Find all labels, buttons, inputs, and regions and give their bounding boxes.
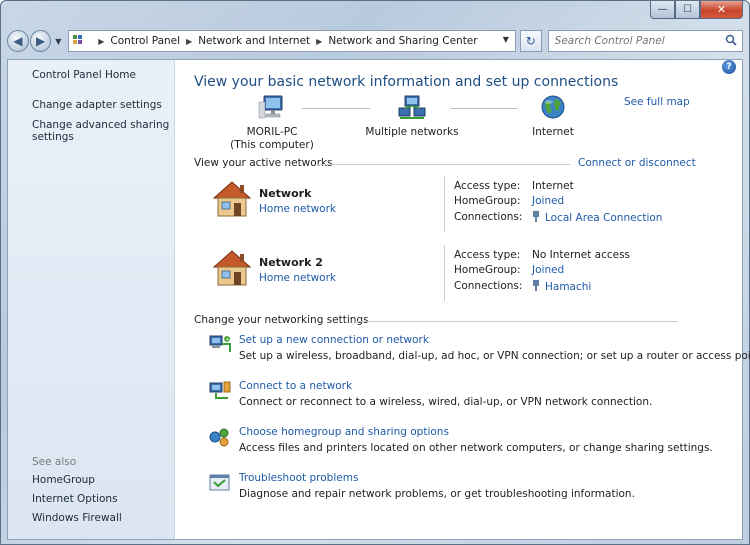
connections-label: Connections: (454, 280, 523, 292)
search-icon[interactable] (725, 34, 737, 46)
window: — ☐ ✕ ◀ ▶ ▼ ▶ Control Panel ▶ Network an… (0, 0, 750, 545)
new-connection-link[interactable]: Set up a new connection or network (239, 334, 429, 346)
chevron-right-icon[interactable]: ▶ (98, 37, 104, 46)
active-network-1: Network Home network Access type: Intern… (208, 176, 684, 236)
homegroup-label: HomeGroup: (454, 195, 521, 207)
connection-name[interactable]: Hamachi (545, 281, 591, 293)
breadcrumb-control-panel[interactable]: Control Panel (110, 35, 180, 47)
troubleshoot-description: Diagnose and repair network problems, or… (239, 488, 635, 500)
sidebar-item-change-advanced-sharing-settings[interactable]: Change advanced sharing settings (32, 119, 170, 143)
homegroup-icon (209, 428, 229, 447)
troubleshoot-icon (209, 474, 230, 491)
troubleshoot-link[interactable]: Troubleshoot problems (239, 472, 358, 484)
access-type-value: No Internet access (532, 249, 631, 261)
help-icon[interactable]: ? (722, 60, 736, 74)
sidebar-item-control-panel-home[interactable]: Control Panel Home (32, 69, 170, 81)
sidebar: Control Panel Home Change adapter settin… (8, 60, 175, 539)
network-type-link[interactable]: Home network (259, 272, 336, 284)
active-network-2: Network 2 Home network Access type: No I… (208, 245, 684, 305)
home-network-icon (212, 250, 252, 286)
networks-icon (398, 95, 426, 119)
chevron-right-icon[interactable]: ▶ (316, 37, 322, 46)
sidebar-item-homegroup[interactable]: HomeGroup (32, 474, 170, 486)
access-type-label: Access type: (454, 249, 521, 261)
ethernet-icon (533, 211, 539, 222)
homegroup-link[interactable]: Joined (532, 195, 564, 207)
connection-link[interactable]: Local Area Connection (532, 211, 662, 224)
connect-network-icon (209, 381, 231, 399)
globe-icon (541, 95, 565, 119)
sidebar-item-change-adapter-settings[interactable]: Change adapter settings (32, 99, 170, 111)
refresh-button[interactable]: ↻ (519, 30, 542, 52)
chevron-down-icon[interactable]: ▼ (503, 35, 509, 44)
see-full-map-link[interactable]: See full map (624, 96, 690, 108)
divider (318, 164, 570, 165)
connect-to-network-description: Connect or reconnect to a wireless, wire… (239, 396, 653, 408)
ethernet-icon (533, 280, 539, 291)
computer-name: MORIL-PC (246, 126, 298, 138)
home-network-icon (212, 181, 252, 217)
map-connector (302, 108, 370, 109)
computer-icon (258, 95, 283, 119)
back-button[interactable]: ◀ (7, 30, 29, 52)
see-also-heading: See also (32, 456, 77, 468)
forward-button[interactable]: ▶ (29, 30, 52, 52)
internet-label: Internet (532, 126, 574, 138)
connect-or-disconnect-link[interactable]: Connect or disconnect (578, 157, 696, 169)
network-type-link[interactable]: Home network (259, 203, 336, 215)
map-node-networks[interactable]: Multiple networks (362, 94, 462, 139)
new-connection-description: Set up a wireless, broadband, dial-up, a… (239, 350, 750, 362)
search-input[interactable] (554, 35, 725, 47)
map-node-internet[interactable]: Internet (518, 94, 588, 139)
sidebar-item-internet-options[interactable]: Internet Options (32, 493, 170, 505)
active-networks-heading: View your active networks (194, 157, 333, 169)
sidebar-item-windows-firewall[interactable]: Windows Firewall (32, 512, 170, 524)
close-button[interactable]: ✕ (700, 1, 743, 19)
divider (354, 321, 678, 322)
maximize-button[interactable]: ☐ (675, 1, 700, 19)
homegroup-sharing-link[interactable]: Choose homegroup and sharing options (239, 426, 449, 438)
caption-buttons: — ☐ ✕ (650, 1, 743, 19)
breadcrumb-network-and-internet[interactable]: Network and Internet (198, 35, 310, 47)
minimize-button[interactable]: — (650, 1, 675, 19)
chevron-right-icon[interactable]: ▶ (186, 37, 192, 46)
access-type-label: Access type: (454, 180, 521, 192)
svg-text:+: + (225, 337, 229, 343)
homegroup-label: HomeGroup: (454, 264, 521, 276)
homegroup-sharing-description: Access files and printers located on oth… (239, 442, 713, 454)
search-box[interactable] (547, 30, 743, 52)
divider (444, 176, 445, 232)
change-settings-heading: Change your networking settings (194, 314, 369, 326)
address-bar[interactable]: ▶ Control Panel ▶ Network and Internet ▶… (68, 30, 516, 52)
navigation-bar: ◀ ▶ ▼ ▶ Control Panel ▶ Network and Inte… (7, 29, 743, 53)
page-title: View your basic network information and … (194, 74, 619, 90)
new-connection-icon: + (209, 335, 231, 352)
breadcrumb-network-and-sharing-center[interactable]: Network and Sharing Center (328, 35, 477, 47)
network-name: Network 2 (259, 256, 323, 269)
computer-sublabel: (This computer) (230, 139, 314, 151)
connections-label: Connections: (454, 211, 523, 223)
access-type-value: Internet (532, 180, 574, 192)
divider (444, 245, 445, 301)
connection-name[interactable]: Local Area Connection (545, 212, 662, 224)
homegroup-link[interactable]: Joined (532, 264, 564, 276)
map-connector (450, 108, 518, 109)
map-node-computer[interactable]: MORIL-PC (This computer) (230, 94, 314, 152)
recent-pages-dropdown-icon[interactable]: ▼ (52, 37, 64, 46)
control-panel-icon (73, 35, 88, 47)
connection-link[interactable]: Hamachi (532, 280, 591, 293)
content-area: Control Panel Home Change adapter settin… (7, 59, 750, 540)
networks-label: Multiple networks (365, 126, 459, 138)
network-name: Network (259, 187, 312, 200)
connect-to-network-link[interactable]: Connect to a network (239, 380, 352, 392)
